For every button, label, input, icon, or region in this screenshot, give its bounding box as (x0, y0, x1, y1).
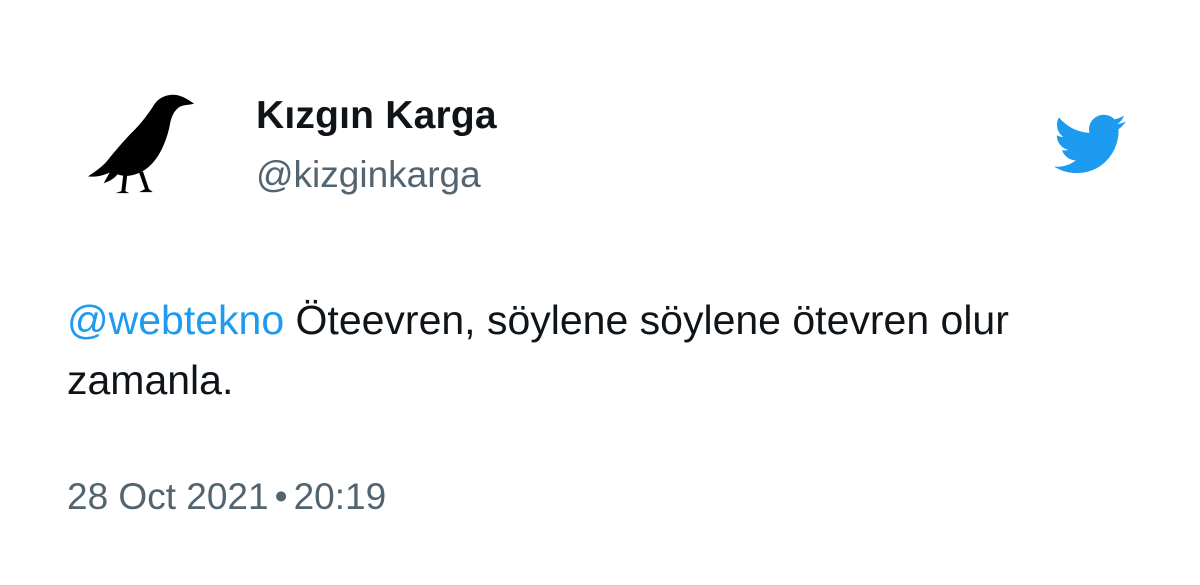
twitter-bird-icon (1053, 114, 1126, 174)
crow-icon (88, 94, 195, 194)
mention-link[interactable]: @webtekno (67, 297, 284, 343)
display-name[interactable]: Kızgın Karga (256, 93, 497, 139)
tweet-date: 28 Oct 2021 (67, 476, 269, 517)
avatar[interactable] (84, 90, 202, 198)
user-handle[interactable]: @kizginkarga (256, 153, 481, 197)
tweet-time: 20:19 (293, 476, 387, 517)
tweet-card: Kızgın Karga @kizginkarga @webtekno Ötee… (0, 0, 1200, 585)
tweet-timestamp[interactable]: 28 Oct 2021 • 20:19 (67, 474, 386, 520)
tweet-text: @webtekno Öteevren, söylene söylene ötev… (67, 290, 1147, 410)
separator-dot: • (274, 476, 288, 517)
twitter-logo[interactable] (1044, 106, 1134, 182)
